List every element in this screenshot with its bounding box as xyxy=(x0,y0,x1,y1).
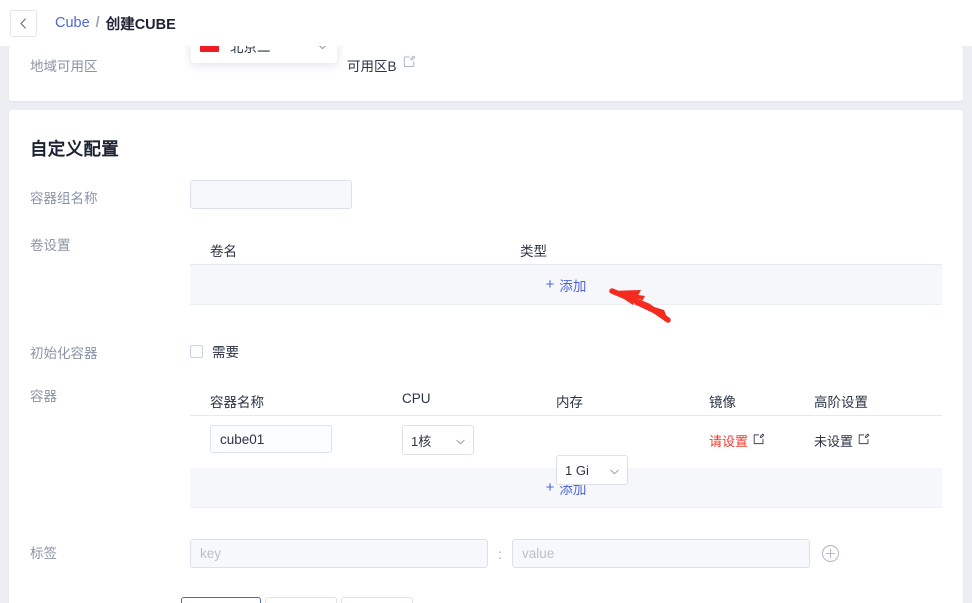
containers-table-header: 容器名称 CPU 内存 镜像 高阶设置 xyxy=(190,384,942,416)
edit-square-icon xyxy=(858,433,870,448)
container-memory-value: 1 Gi xyxy=(565,462,589,478)
container-memory-select[interactable]: 1 Gi xyxy=(556,455,628,485)
container-image-setting[interactable]: 请设置 xyxy=(709,431,765,450)
container-col-image: 镜像 xyxy=(709,395,736,410)
tag-value-input[interactable] xyxy=(512,539,810,568)
volume-add-label: 添加 xyxy=(559,278,587,294)
availability-zone-text: 可用区B xyxy=(347,59,397,74)
tag-key-input[interactable] xyxy=(190,539,488,568)
containers-table: 容器名称 CPU 内存 镜像 高阶设置 1核 1 Gi xyxy=(190,384,942,508)
volume-col-name: 卷名 xyxy=(210,244,237,259)
chevron-left-icon xyxy=(20,17,26,29)
init-container-checkbox-label: 需要 xyxy=(212,345,239,360)
breadcrumb-separator: / xyxy=(95,15,100,31)
init-container-label: 初始化容器 xyxy=(30,346,98,361)
plus-circle-icon[interactable] xyxy=(821,544,840,568)
app-screen: Cube / 创建CUBE 地域可用区 北京二 可用区B 自定义配置 xyxy=(0,0,972,603)
volume-settings-label: 卷设置 xyxy=(30,238,71,253)
table-row: 1核 1 Gi 请设置 xyxy=(190,416,942,485)
footer-button-tertiary[interactable] xyxy=(341,597,413,603)
container-cpu-select[interactable]: 1核 xyxy=(402,425,474,455)
availability-zone-edit-icon[interactable] xyxy=(403,55,416,73)
footer-button-primary[interactable] xyxy=(181,597,261,603)
chevron-down-icon xyxy=(456,433,465,448)
container-col-name: 容器名称 xyxy=(210,395,264,410)
footer-button-secondary[interactable] xyxy=(265,597,337,603)
container-name-input[interactable] xyxy=(210,425,332,453)
volume-col-type: 类型 xyxy=(520,244,547,259)
container-advanced-value: 未设置 xyxy=(814,434,854,449)
back-button[interactable] xyxy=(10,9,37,37)
region-card: 地域可用区 北京二 可用区B xyxy=(9,28,963,101)
volume-add-link: + 添加 xyxy=(546,275,587,295)
tag-separator: : xyxy=(498,547,502,562)
plus-icon: + xyxy=(545,479,555,496)
pod-name-label: 容器组名称 xyxy=(30,191,98,206)
volume-table-header: 卷名 类型 xyxy=(190,233,942,265)
container-col-advanced: 高阶设置 xyxy=(814,395,868,410)
breadcrumb-link-cube[interactable]: Cube xyxy=(55,15,90,31)
custom-config-card: 自定义配置 容器组名称 卷设置 卷名 类型 + 添加 初始化容器 需要 容器 容… xyxy=(9,110,963,603)
volume-add-row-button[interactable]: + 添加 xyxy=(190,265,942,305)
breadcrumb-current: 创建CUBE xyxy=(105,16,176,33)
region-label: 地域可用区 xyxy=(30,59,98,74)
container-image-value: 请设置 xyxy=(709,434,749,449)
page-header: Cube / 创建CUBE xyxy=(0,0,972,46)
checkbox-box xyxy=(190,344,203,358)
container-advanced-setting[interactable]: 未设置 xyxy=(814,431,870,450)
pod-name-input[interactable] xyxy=(190,180,352,209)
container-cpu-value: 1核 xyxy=(411,433,432,449)
chevron-down-icon xyxy=(610,463,619,478)
containers-label: 容器 xyxy=(30,389,57,404)
section-title: 自定义配置 xyxy=(30,139,119,159)
init-container-checkbox[interactable]: 需要 xyxy=(190,341,239,361)
container-col-cpu: CPU xyxy=(402,391,431,406)
footer-button-row xyxy=(181,597,417,603)
breadcrumb: Cube / 创建CUBE xyxy=(55,13,176,34)
plus-icon: + xyxy=(545,276,555,293)
tags-label: 标签 xyxy=(30,546,57,561)
container-col-memory: 内存 xyxy=(556,395,583,410)
volume-table: 卷名 类型 + 添加 xyxy=(190,233,942,305)
edit-square-icon xyxy=(753,433,765,448)
